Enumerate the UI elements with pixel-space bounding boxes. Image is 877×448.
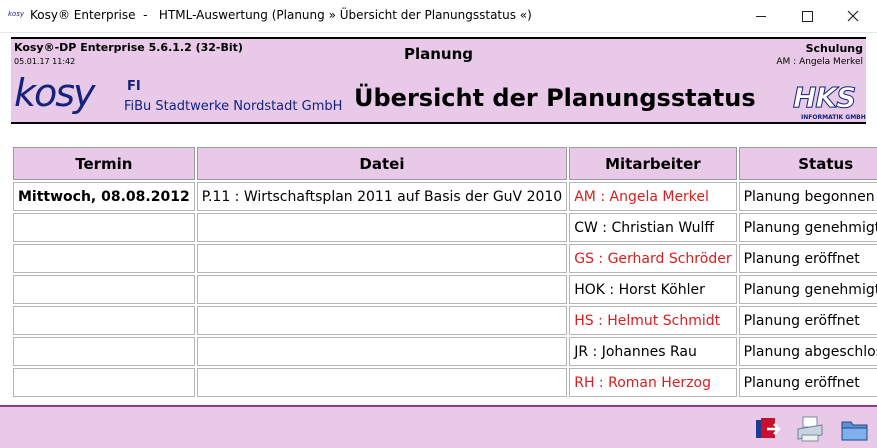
company-name: FiBu Stadtwerke Nordstadt GmbH bbox=[124, 99, 343, 114]
window-caption: HTML-Auswertung (Planung » Übersicht der… bbox=[158, 8, 532, 22]
column-header-datei: Datei bbox=[196, 147, 568, 180]
hks-logo: HKS bbox=[792, 81, 856, 115]
table-row: GS : Gerhard Schröder Planung eröffnet bbox=[13, 244, 877, 273]
cell-status: Planung eröffnet bbox=[738, 306, 877, 335]
window-title: Kosy® Enterprise - HTML-Auswertung (Plan… bbox=[30, 8, 532, 22]
current-user: AM : Angela Merkel bbox=[776, 57, 863, 67]
table-row: HS : Helmut Schmidt Planung eröffnet bbox=[13, 306, 877, 335]
footer-toolbar bbox=[0, 405, 877, 448]
module-title: Planung bbox=[403, 45, 474, 63]
table-row: CW : Christian Wulff Planung genehmigt bbox=[13, 213, 877, 242]
cell-status: Planung eröffnet bbox=[738, 244, 877, 273]
cell-termin bbox=[13, 337, 195, 366]
cell-datei: P.11 : Wirtschaftsplan 2011 auf Basis de… bbox=[196, 182, 568, 211]
app-name: Kosy® Enterprise bbox=[30, 8, 136, 22]
maximize-button[interactable] bbox=[784, 0, 830, 32]
cell-status: Planung genehmigt bbox=[738, 213, 877, 242]
cell-termin bbox=[13, 306, 195, 335]
cell-status: Planung abgeschlossen bbox=[738, 337, 877, 366]
cell-status: Planung eröffnet bbox=[738, 368, 877, 397]
app-icon: kosy bbox=[8, 10, 25, 18]
cell-datei bbox=[196, 337, 568, 366]
close-icon bbox=[847, 10, 859, 22]
cell-status: Planung begonnen bbox=[738, 182, 877, 211]
close-button[interactable] bbox=[830, 0, 876, 32]
cell-datei bbox=[196, 213, 568, 242]
table-row: RH : Roman Herzog Planung eröffnet bbox=[13, 368, 877, 397]
window-titlebar: kosy Kosy® Enterprise - HTML-Auswertung … bbox=[0, 0, 877, 33]
cell-mitarbeiter: CW : Christian Wulff bbox=[569, 213, 737, 242]
column-header-mitarbeiter: Mitarbeiter bbox=[569, 147, 737, 180]
report-header: Kosy®-DP Enterprise 5.6.1.2 (32-Bit) 05.… bbox=[11, 37, 866, 124]
cell-mitarbeiter: HOK : Horst Köhler bbox=[569, 275, 737, 304]
minimize-button[interactable] bbox=[738, 0, 784, 32]
exit-icon bbox=[756, 418, 781, 438]
folder-icon bbox=[841, 421, 868, 441]
cell-termin bbox=[13, 275, 195, 304]
status-table-container: Termin Datei Mitarbeiter Status Mittwoch… bbox=[11, 145, 877, 399]
cell-datei bbox=[196, 244, 568, 273]
cell-termin bbox=[13, 244, 195, 273]
column-header-status: Status bbox=[738, 147, 877, 180]
cell-mitarbeiter: HS : Helmut Schmidt bbox=[569, 306, 737, 335]
cell-termin bbox=[13, 368, 195, 397]
cell-termin: Mittwoch, 08.08.2012 bbox=[13, 182, 195, 211]
cell-datei bbox=[196, 306, 568, 335]
print-icon bbox=[797, 416, 823, 442]
print-button[interactable] bbox=[795, 415, 825, 443]
cell-mitarbeiter: AM : Angela Merkel bbox=[569, 182, 737, 211]
status-table: Termin Datei Mitarbeiter Status Mittwoch… bbox=[11, 145, 877, 399]
table-header-row: Termin Datei Mitarbeiter Status bbox=[13, 147, 877, 180]
hks-logo-subtitle: INFORMATIK GMBH bbox=[801, 114, 866, 121]
cell-mitarbeiter: JR : Johannes Rau bbox=[569, 337, 737, 366]
exit-button[interactable] bbox=[753, 415, 783, 443]
kosy-logo: kosy bbox=[14, 71, 96, 115]
table-row: Mittwoch, 08.08.2012 P.11 : Wirtschaftsp… bbox=[13, 182, 877, 211]
table-row: JR : Johannes Rau Planung abgeschlossen bbox=[13, 337, 877, 366]
cell-mitarbeiter: GS : Gerhard Schröder bbox=[569, 244, 737, 273]
table-row: HOK : Horst Köhler Planung genehmigt bbox=[13, 275, 877, 304]
open-folder-button[interactable] bbox=[840, 415, 870, 443]
column-header-termin: Termin bbox=[13, 147, 195, 180]
cell-mitarbeiter: RH : Roman Herzog bbox=[569, 368, 737, 397]
cell-termin bbox=[13, 213, 195, 242]
cell-status: Planung genehmigt bbox=[738, 275, 877, 304]
cell-datei bbox=[196, 368, 568, 397]
mode-label: Schulung bbox=[805, 42, 863, 55]
page-title: Übersicht der Planungsstatus bbox=[354, 84, 756, 112]
logo-suffix: FI bbox=[127, 79, 141, 94]
cell-datei bbox=[196, 275, 568, 304]
